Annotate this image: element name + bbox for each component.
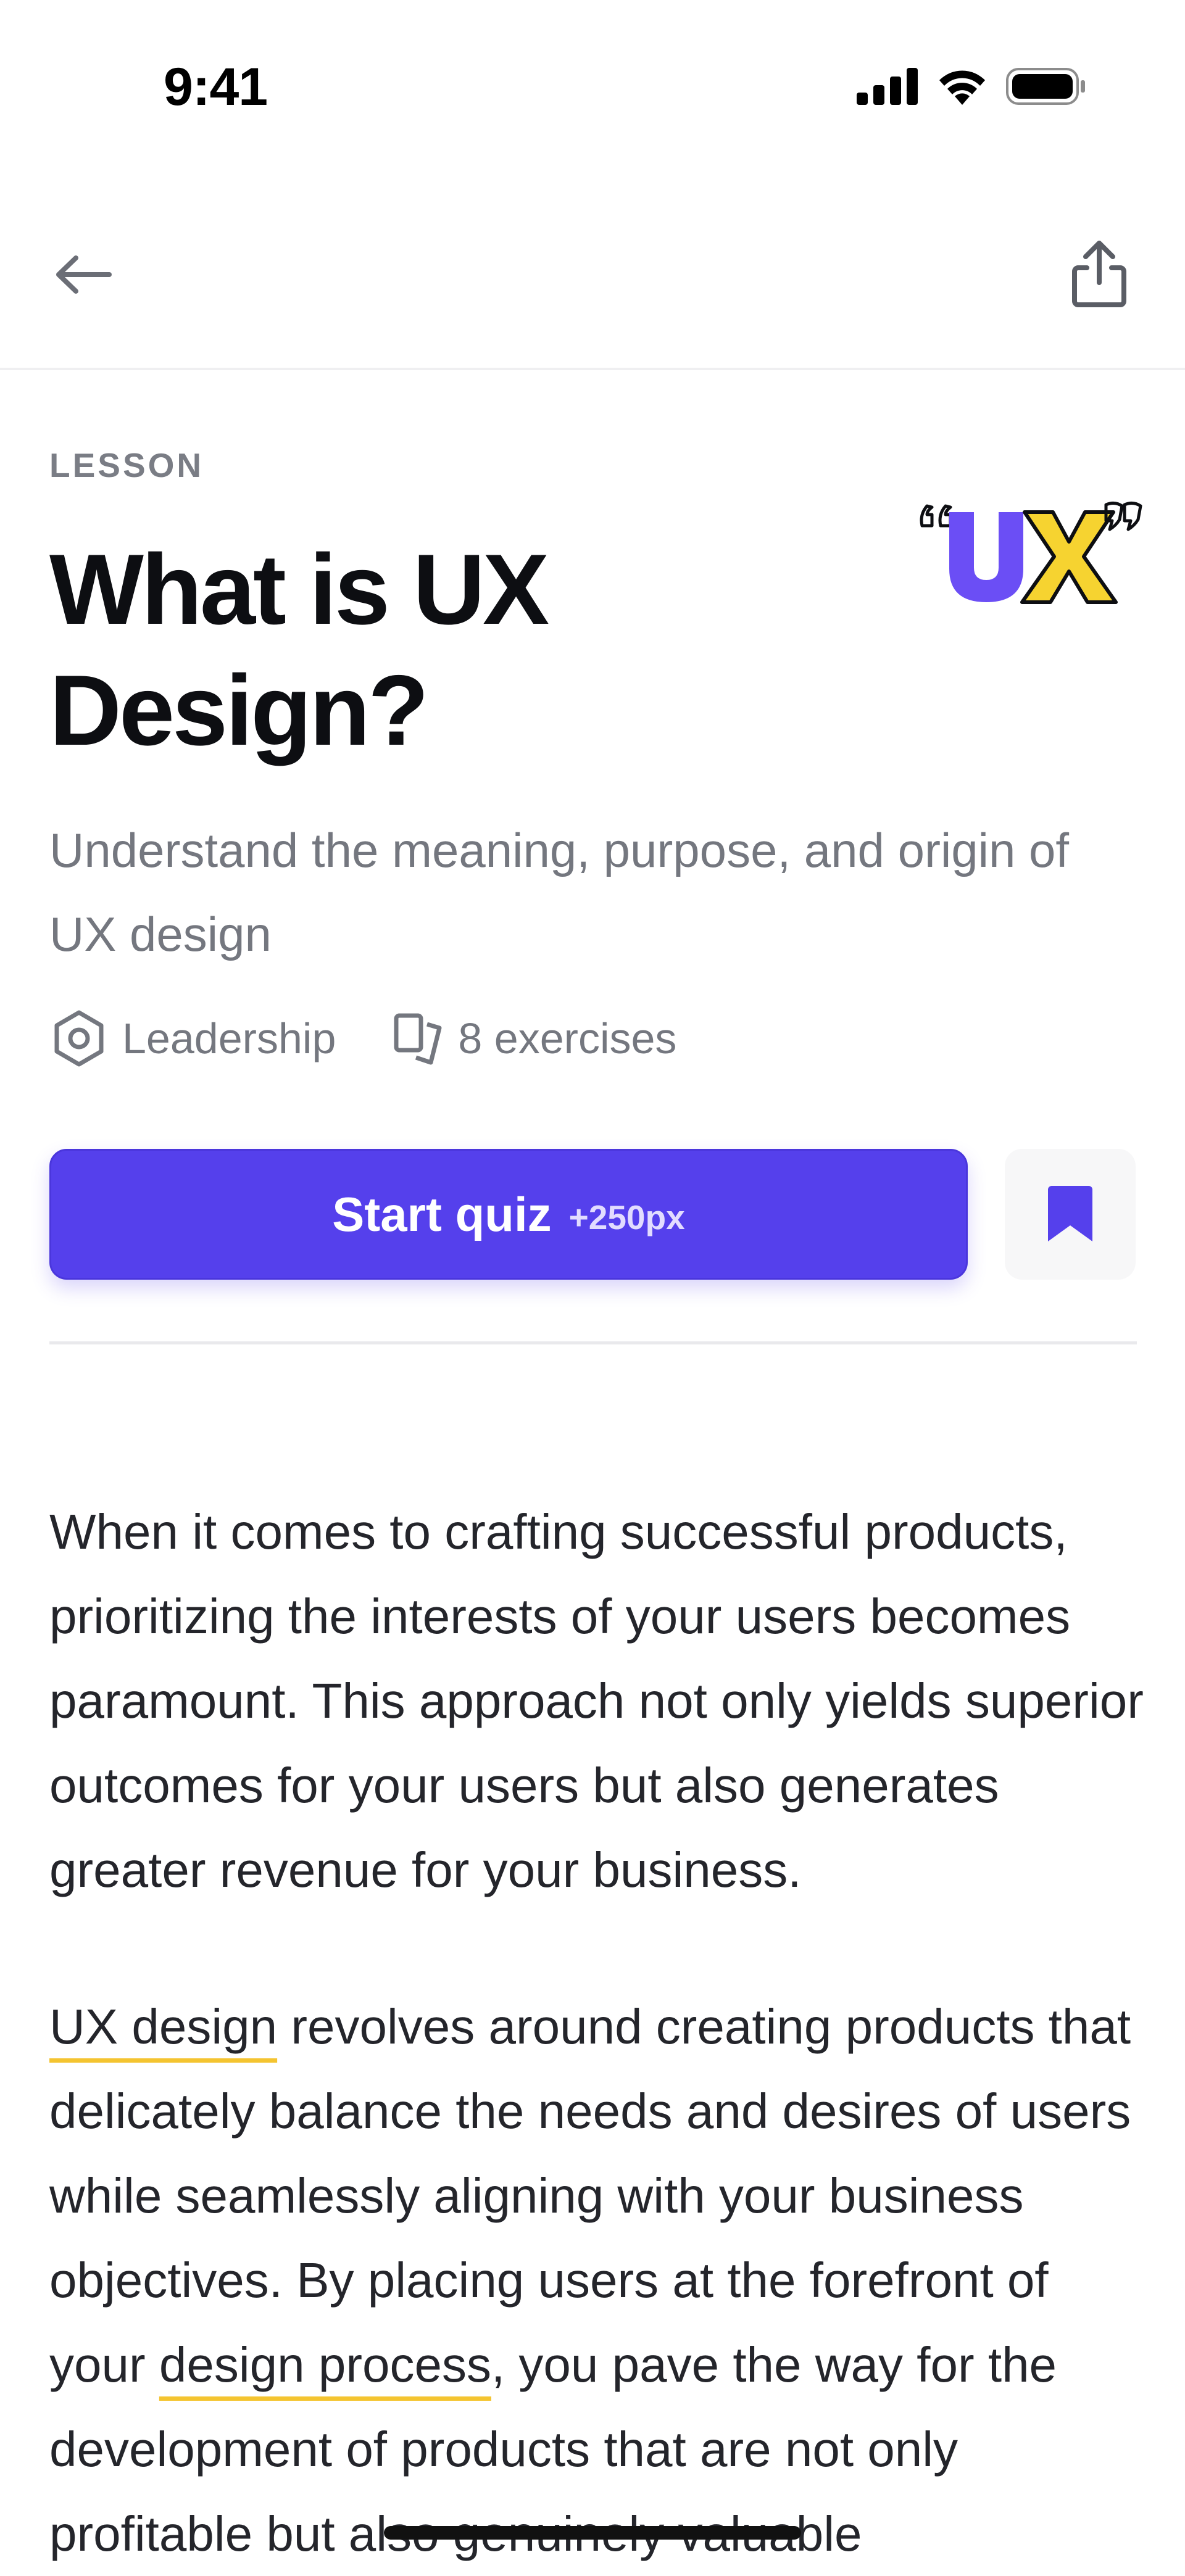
lesson-subtitle: Understand the meaning, purpose, and ori…: [49, 823, 1070, 961]
page-title: What is UX Design?: [49, 534, 549, 766]
back-button[interactable]: [49, 244, 117, 305]
body-paragraph-1: When it comes to crafting successful pro…: [49, 1504, 1144, 1897]
cards-icon: [394, 1013, 442, 1065]
gear-icon: [54, 1010, 104, 1067]
share-button[interactable]: [1065, 238, 1133, 309]
status-time: 9:41: [164, 57, 268, 117]
share-icon: [1072, 240, 1126, 307]
wifi-icon: [939, 70, 985, 105]
term-ux-design-link[interactable]: UX design: [49, 1999, 277, 2054]
bookmark-icon: [1048, 1186, 1092, 1241]
x-letter: [1020, 510, 1118, 604]
nav-divider: [0, 368, 1185, 370]
exercises-label: 8 exercises: [458, 1014, 677, 1062]
lesson-meta: Leadership 8 exercises: [49, 1009, 676, 1068]
cellular-signal-icon: [857, 68, 918, 105]
content-divider: [49, 1341, 1137, 1344]
points-badge: +250px: [568, 1198, 685, 1236]
start-quiz-button[interactable]: Start quiz +250px: [49, 1149, 968, 1280]
term-design-process-link[interactable]: design process: [159, 2337, 491, 2392]
category-label: Leadership: [122, 1014, 336, 1062]
status-icons: [857, 67, 1086, 106]
home-indicator[interactable]: [384, 2526, 801, 2540]
arrow-left-icon: [56, 255, 112, 294]
lesson-eyebrow: LESSON: [49, 446, 204, 484]
exercises-count: 8 exercises: [391, 1011, 676, 1066]
bookmark-button[interactable]: [1005, 1149, 1136, 1280]
paragraph-2-text-a: revolves around creating products that d…: [49, 1999, 1131, 2392]
ux-quote-illustration: [920, 501, 1142, 604]
start-quiz-label: Start quiz: [332, 1187, 552, 1241]
body-paragraph-2: UX design revolves around creating produ…: [49, 1984, 1148, 2576]
battery-icon: [1006, 68, 1085, 105]
category-tag: Leadership: [49, 1009, 336, 1068]
